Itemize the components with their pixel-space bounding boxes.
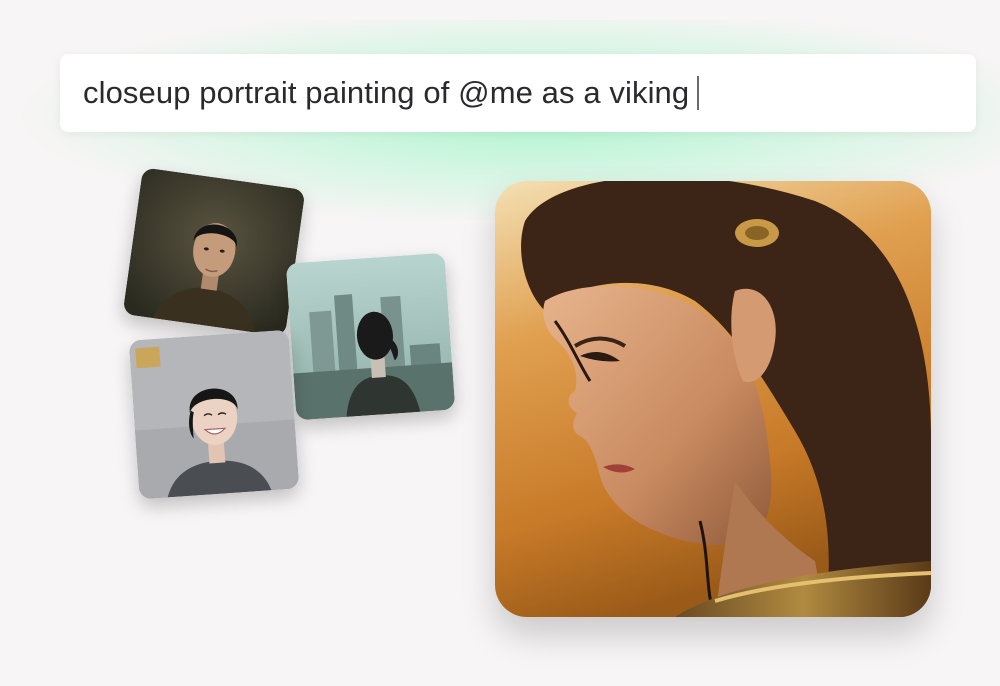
- viking-portrait-icon: [495, 181, 931, 617]
- reference-photo-2[interactable]: [285, 252, 456, 421]
- reference-photo-3[interactable]: [128, 329, 300, 500]
- prompt-text: closeup portrait painting of @me as a vi…: [83, 75, 690, 110]
- portrait-photo-smiling-icon: [128, 329, 300, 500]
- portrait-photo-city-icon: [285, 252, 456, 421]
- portrait-photo-dark-icon: [122, 167, 306, 337]
- generated-portrait[interactable]: [495, 181, 931, 617]
- text-cursor: [697, 76, 700, 110]
- prompt-input[interactable]: closeup portrait painting of @me as a vi…: [60, 54, 976, 132]
- reference-photo-1[interactable]: [122, 167, 306, 337]
